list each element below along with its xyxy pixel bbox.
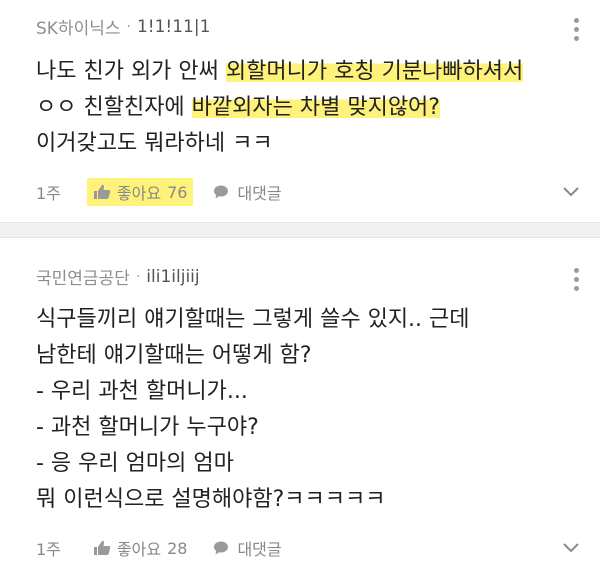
line-text: 이거갖고도 뭐라하네 ㅋㅋ [36, 131, 273, 156]
line-text: ㅇㅇ 친할친자에 [36, 95, 192, 120]
comment-body: 식구들끼리 얘기할때는 그렇게 쓸수 있지.. 근데 남한테 얘기할때는 어떻게… [36, 302, 586, 518]
comment-time: 1주 [36, 184, 61, 203]
chevron-down-icon[interactable] [562, 186, 580, 198]
comment-2: 국민연금공단 · ili1iljiij 식구들끼리 얘기할때는 그렇게 쓸수 있… [0, 240, 600, 587]
comment-line: 이거갖고도 뭐라하네 ㅋㅋ [36, 126, 586, 162]
user-id: 1!1!11|1 [136, 16, 211, 37]
comment-line: - 응 우리 엄마의 엄마 [36, 451, 234, 476]
like-label: 좋아요 [116, 540, 162, 559]
user-id: ili1iljiij [146, 266, 200, 287]
comment-1: SK하이닉스 · 1!1!11|1 나도 친가 외가 안써 외할머니가 호칭 기… [0, 0, 600, 220]
comment-line: - 과천 할머니가 누구야? [36, 415, 259, 440]
meta-separator: · [135, 268, 141, 285]
comment-meta: SK하이닉스 · 1!1!11|1 [36, 14, 211, 40]
speech-bubble-icon [214, 185, 229, 199]
highlighted-text: 외할머니가 호칭 기분나빠하셔서 [225, 59, 524, 84]
reply-button[interactable]: 대댓글 [213, 180, 282, 204]
comment-line: ㅇㅇ 친할친자에 바깥외자는 차별 맞지않어? [36, 90, 586, 126]
like-count: 76 [167, 182, 188, 202]
speech-bubble-icon [214, 541, 229, 555]
author-name[interactable]: 국민연금공단 [36, 264, 130, 289]
comment-time: 1주 [36, 540, 61, 559]
comment-line: 남한테 얘기할때는 어떻게 함? [36, 343, 312, 368]
comment-line: 나도 친가 외가 안써 외할머니가 호칭 기분나빠하셔서 [36, 54, 586, 90]
comment-divider [0, 222, 600, 238]
like-button[interactable]: 좋아요 28 [87, 534, 194, 562]
reply-label: 대댓글 [237, 540, 282, 559]
comment-line: - 우리 과천 할머니가... [36, 379, 248, 404]
comment-body: 나도 친가 외가 안써 외할머니가 호칭 기분나빠하셔서 ㅇㅇ 친할친자에 바깥… [36, 54, 586, 162]
more-vertical-icon[interactable] [572, 18, 580, 45]
author-name[interactable]: SK하이닉스 [36, 14, 121, 39]
highlighted-text: 바깥외자는 차별 맞지않어? [191, 95, 440, 120]
like-button[interactable]: 좋아요 76 [86, 178, 194, 206]
comment-line: 식구들끼리 얘기할때는 그렇게 쓸수 있지.. 근데 [36, 307, 470, 332]
line-text: 나도 친가 외가 안써 [36, 59, 226, 84]
comment-actions: 1주 좋아요 28 대댓글 [36, 534, 282, 562]
reply-label: 대댓글 [237, 184, 282, 203]
thumbs-up-icon [93, 184, 111, 199]
comment-actions: 1주 좋아요 76 대댓글 [36, 178, 282, 206]
like-label: 좋아요 [116, 184, 162, 203]
comment-line: 뭐 이런식으로 설명해야함?ㅋㅋㅋㅋㅋ [36, 487, 386, 512]
like-count: 28 [167, 538, 188, 558]
meta-separator: · [126, 18, 131, 35]
thumbs-up-icon [93, 540, 111, 555]
more-vertical-icon[interactable] [572, 268, 580, 295]
comment-meta: 국민연금공단 · ili1iljiij [36, 264, 200, 290]
reply-button[interactable]: 대댓글 [213, 536, 282, 560]
chevron-down-icon[interactable] [562, 542, 580, 554]
